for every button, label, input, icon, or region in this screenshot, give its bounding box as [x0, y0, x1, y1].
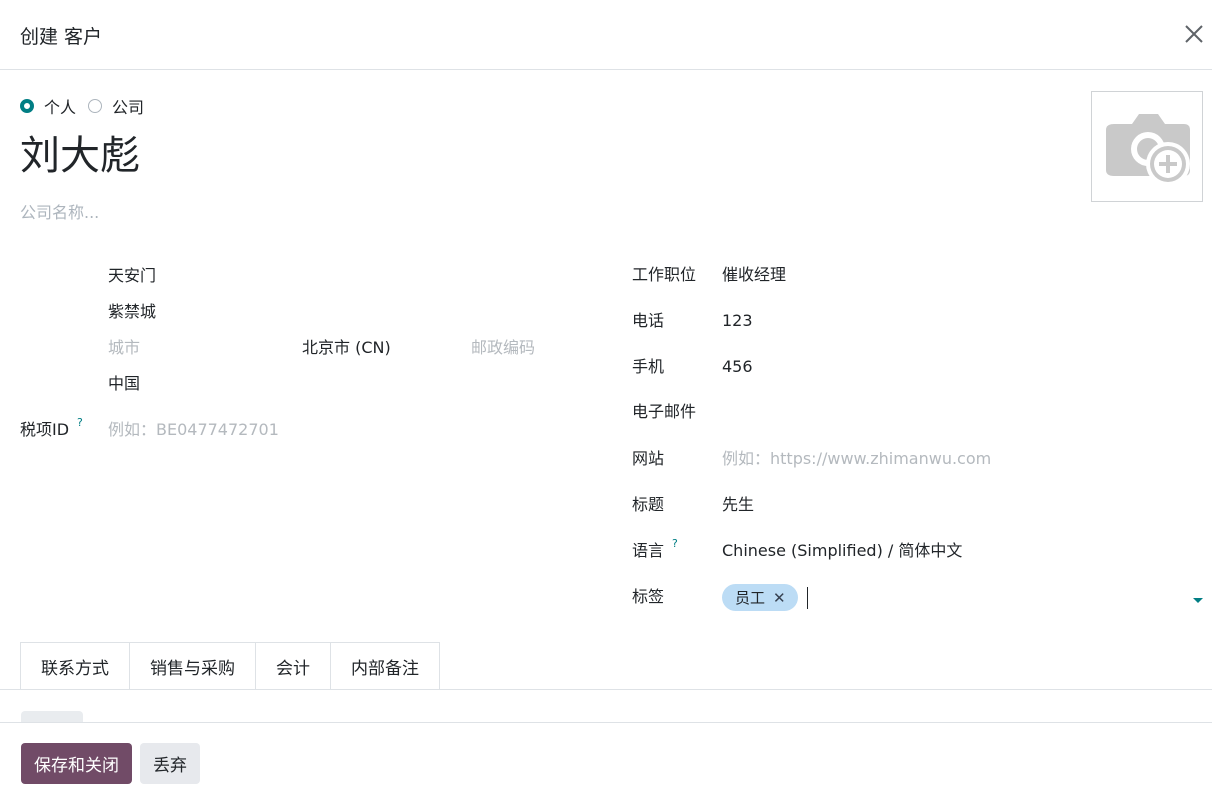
radio-individual-label[interactable]: 个人	[44, 94, 76, 118]
dialog-title: 创建 客户	[20, 26, 103, 48]
discard-button[interactable]: 丢弃	[140, 743, 200, 784]
avatar-upload[interactable]	[1091, 91, 1203, 202]
close-icon[interactable]	[1182, 22, 1206, 46]
street-input[interactable]: 天安门	[108, 265, 156, 287]
tab-sales-purchase[interactable]: 销售与采购	[129, 642, 256, 690]
job-position-label: 工作职位	[632, 265, 697, 284]
state-select[interactable]: 北京市 (CN)	[302, 337, 391, 359]
tab-internal-notes[interactable]: 内部备注	[330, 642, 440, 690]
title-label: 标题	[632, 495, 665, 514]
radio-company[interactable]	[88, 99, 103, 113]
mobile-label: 手机	[632, 357, 665, 376]
title-select[interactable]: 先生	[722, 494, 754, 516]
dialog-header: 创建 客户	[0, 0, 1212, 70]
website-input[interactable]: 例如：https://www.zhimanwu.com	[722, 448, 991, 470]
email-input[interactable]	[722, 401, 1182, 423]
zip-input[interactable]: 邮政编码	[471, 337, 535, 359]
country-select[interactable]: 中国	[108, 373, 140, 395]
mobile-input[interactable]: 456	[722, 356, 753, 378]
vat-help-icon[interactable]: ?	[77, 416, 83, 429]
vat-label: 税项ID	[20, 420, 70, 439]
tags-input-cursor[interactable]	[807, 587, 808, 609]
phone-label: 电话	[632, 311, 665, 330]
city-input[interactable]: 城市	[108, 337, 140, 359]
partner-name-input[interactable]: 刘大彪	[20, 130, 140, 182]
language-label: 语言	[632, 541, 665, 560]
tag-label: 员工	[735, 589, 766, 607]
language-select[interactable]: Chinese (Simplified) / 简体中文	[722, 540, 962, 562]
tab-accounting[interactable]: 会计	[255, 642, 331, 690]
radio-company-label[interactable]: 公司	[112, 94, 144, 118]
language-help-icon[interactable]: ?	[672, 537, 678, 550]
company-type-selector: 个人 公司	[20, 94, 156, 118]
close-icon[interactable]: ✕	[773, 589, 786, 607]
tabs-divider	[0, 689, 1212, 690]
caret-down-icon[interactable]	[1193, 598, 1203, 603]
save-close-button[interactable]: 保存和关闭	[21, 743, 132, 784]
radio-individual[interactable]	[20, 99, 34, 113]
website-label: 网站	[632, 449, 665, 468]
tags-label: 标签	[632, 587, 665, 606]
camera-plus-icon	[1106, 114, 1190, 186]
job-position-input[interactable]: 催收经理	[722, 264, 786, 286]
phone-input[interactable]: 123	[722, 310, 753, 332]
street2-input[interactable]: 紫禁城	[108, 301, 156, 323]
email-label: 电子邮件	[632, 402, 697, 421]
company-name-input[interactable]: 公司名称...	[20, 199, 99, 223]
notebook-tabs: 联系方式 销售与采购 会计 内部备注	[20, 642, 440, 690]
vat-input[interactable]: 例如：BE0477472701	[108, 419, 279, 441]
tab-contacts[interactable]: 联系方式	[20, 642, 130, 690]
tag-badge: 员工 ✕	[722, 584, 798, 611]
